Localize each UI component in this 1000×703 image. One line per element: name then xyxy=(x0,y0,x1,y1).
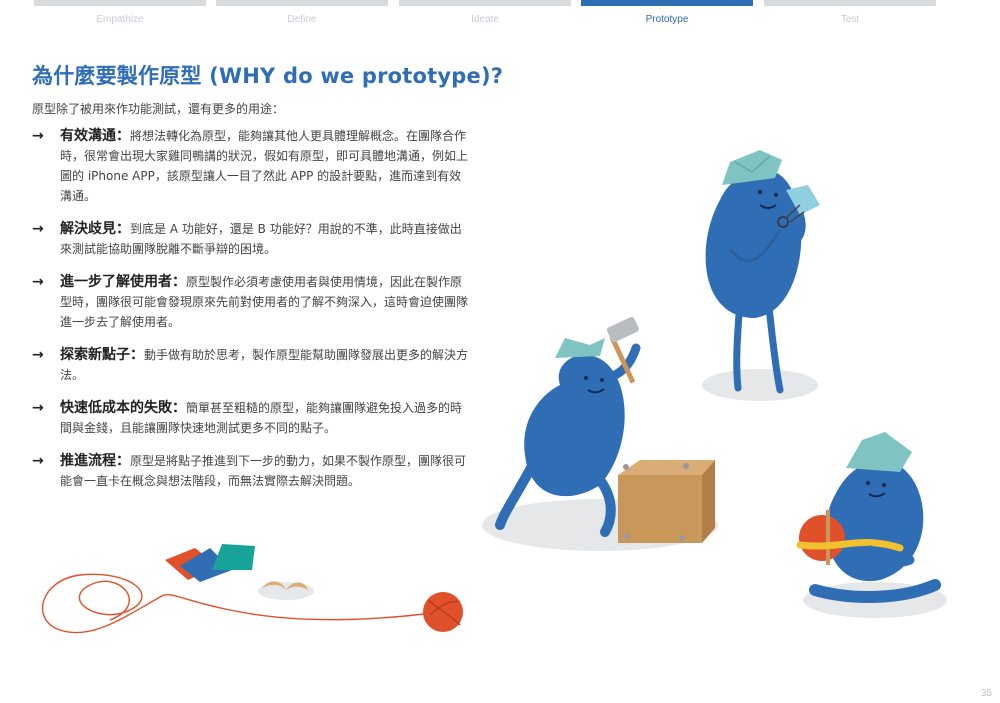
reasons-list: → 有效溝通：將想法轉化為原型，能夠讓其他人更具體理解概念。在團隊合作時，很常會出… xyxy=(32,126,472,504)
tab-bar xyxy=(399,0,571,6)
item-heading: 推進流程 xyxy=(60,453,116,469)
item-colon: ： xyxy=(116,128,130,144)
floor-shadow xyxy=(702,369,818,401)
tab-test[interactable]: Test xyxy=(764,0,936,30)
arrow-icon: → xyxy=(32,128,44,144)
list-item: → 探索新點子：動手做有助於思考，製作原型能幫助團隊發展出更多的解決方法。 xyxy=(32,345,472,385)
tab-ideate[interactable]: Ideate xyxy=(399,0,571,30)
item-colon: ： xyxy=(172,400,186,416)
item-heading: 有效溝通 xyxy=(60,128,116,144)
list-item: → 推進流程：原型是將點子推進到下一步的動力，如果不製作原型，團隊很可能會一直卡在… xyxy=(32,451,472,491)
tab-label: Define xyxy=(287,14,317,25)
list-item: → 解決歧見：到底是 A 功能好，還是 B 功能好？用說的不準，此時直接做出來測試… xyxy=(32,219,472,259)
item-colon: ： xyxy=(172,274,186,290)
item-heading: 快速低成本的失敗 xyxy=(60,400,172,416)
tab-label: Test xyxy=(840,14,860,25)
list-item: → 快速低成本的失敗：簡單甚至粗糙的原型，能夠讓團隊避免投入過多的時間與金錢，且能… xyxy=(32,398,472,438)
tab-label: Prototype xyxy=(645,14,689,25)
tab-bar xyxy=(581,0,753,6)
tab-label: Empathize xyxy=(96,14,144,25)
standing-figure xyxy=(705,150,820,394)
hammer-figure xyxy=(495,316,715,543)
item-colon: ： xyxy=(116,453,130,469)
arrow-icon: → xyxy=(32,453,44,469)
list-item: → 有效溝通：將想法轉化為原型，能夠讓其他人更具體理解概念。在團隊合作時，很常會出… xyxy=(32,126,472,206)
yarn-ball-illustration xyxy=(41,544,463,634)
arrow-icon: → xyxy=(32,347,44,363)
step-tabs: Empathize Define Ideate Prototype Test xyxy=(0,0,1000,30)
page-title: 為什麼要製作原型 (WHY do we prototype)? xyxy=(32,64,504,88)
item-heading: 進一步了解使用者 xyxy=(60,274,172,290)
floor-shadow xyxy=(482,499,718,551)
tab-define[interactable]: Define xyxy=(216,0,388,30)
arrow-icon: → xyxy=(32,400,44,416)
tab-bar xyxy=(34,0,206,6)
tab-empathize[interactable]: Empathize xyxy=(34,0,206,30)
arrow-icon: → xyxy=(32,221,44,237)
tab-bar xyxy=(216,0,388,6)
page-number: 35 xyxy=(980,688,992,699)
item-heading: 解決歧見 xyxy=(60,221,116,237)
item-colon: ： xyxy=(130,347,144,363)
floor-shadow xyxy=(803,582,947,618)
intro-text: 原型除了被用來作功能測試，還有更多的用途： xyxy=(32,102,285,116)
tab-prototype[interactable]: Prototype xyxy=(581,0,753,30)
tab-label: Ideate xyxy=(471,14,499,25)
item-colon: ： xyxy=(116,221,130,237)
tab-bar xyxy=(764,0,936,6)
arrow-icon: → xyxy=(32,274,44,290)
measuring-figure xyxy=(796,432,941,603)
list-item: → 進一步了解使用者：原型製作必須考慮使用者與使用情境，因此在製作原型時，團隊很可… xyxy=(32,272,472,332)
item-heading: 探索新點子 xyxy=(60,347,130,363)
